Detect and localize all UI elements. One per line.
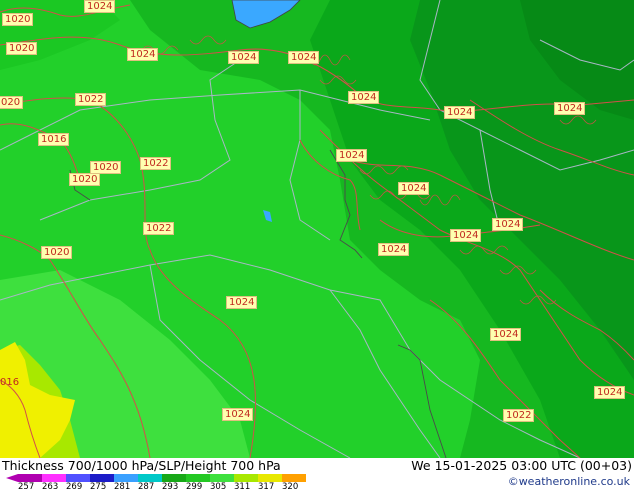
map-canvas [0,0,634,458]
scale-swatch [138,474,162,482]
weather-map: 1020 1024 1020 1024 1024 1024 020 1022 1… [0,0,634,458]
scale-tick-label: 320 [282,482,299,492]
isobar-label: 1020 [2,13,34,26]
scale-tick-label: 311 [234,482,251,492]
isobar-label: 1024 [336,149,368,162]
scale-tick-label: 269 [66,482,83,492]
isobar-label: 1024 [492,218,524,231]
isobar-label: 1020 [69,173,101,186]
isobar-label: 1024 [444,106,476,119]
isobar-label: 020 [0,96,24,109]
scale-tick-label: 293 [162,482,179,492]
scale-swatch [234,474,258,482]
isobar-label: 1024 [398,182,430,195]
isobar-label: 1024 [222,408,254,421]
isobar-label: 1022 [75,93,107,106]
isobar-label: 1024 [228,51,260,64]
valid-time: We 15-01-2025 03:00 UTC (00+03) [411,458,632,473]
isobar-label: 1024 [450,229,482,242]
scale-tick-label: 263 [42,482,59,492]
isobar-label: 1024 [554,102,586,115]
scale-swatch [66,474,90,482]
scale-tick-label: 299 [186,482,203,492]
scale-tick-label: 257 [18,482,35,492]
scale-tick-label: 287 [138,482,155,492]
isobar-label: 1024 [490,328,522,341]
isobar-label: 1020 [41,246,73,259]
isobar-label: 1016 [38,133,70,146]
scale-tick-label: 281 [114,482,131,492]
scale-tick-label: 305 [210,482,227,492]
isobar-label: 1024 [226,296,258,309]
scale-tick-label: 317 [258,482,275,492]
scale-arrow-left [6,474,18,482]
scale-swatch [186,474,210,482]
scale-swatch [42,474,66,482]
isobar-label: 1024 [288,51,320,64]
isobar-label: 016 [0,377,20,388]
color-scale [6,474,306,482]
scale-swatch [258,474,282,482]
scale-tick-label: 275 [90,482,107,492]
scale-swatch [210,474,234,482]
isobar-label: 1020 [6,42,38,55]
map-title: Thickness 700/1000 hPa/SLP/Height 700 hP… [2,458,281,473]
scale-swatch [114,474,138,482]
map-footer: Thickness 700/1000 hPa/SLP/Height 700 hP… [0,458,634,492]
isobar-label: 1024 [127,48,159,61]
isobar-label: 1024 [594,386,626,399]
isobar-label: 1024 [378,243,410,256]
isobar-label: 1022 [503,409,535,422]
scale-swatch [282,474,306,482]
isobar-label: 1022 [143,222,175,235]
credit-link[interactable]: ©weatheronline.co.uk [508,475,630,488]
scale-swatch [162,474,186,482]
isobar-label: 1024 [348,91,380,104]
scale-swatch [18,474,42,482]
isobar-label: 1022 [140,157,172,170]
scale-swatch [90,474,114,482]
isobar-label: 1024 [84,0,116,13]
